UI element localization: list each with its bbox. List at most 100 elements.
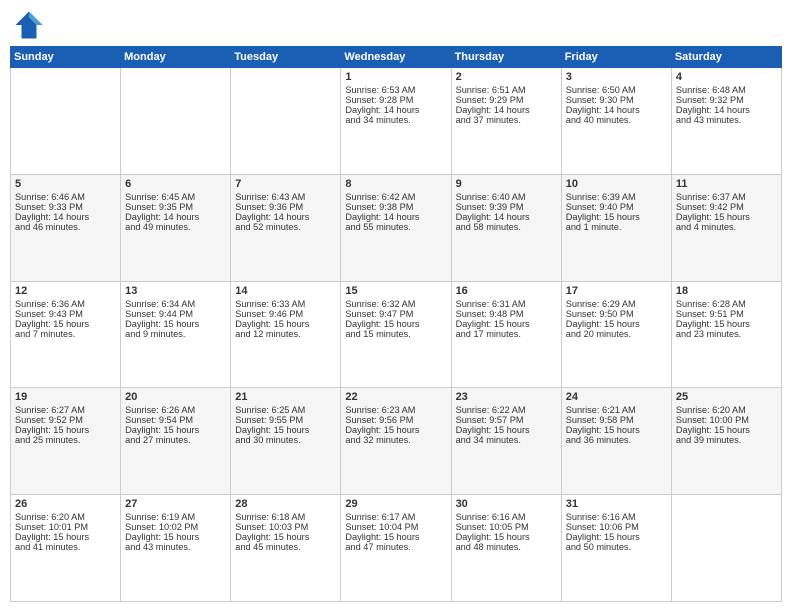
day-info: and 58 minutes. — [456, 222, 557, 232]
day-number: 30 — [456, 498, 557, 510]
day-info: Sunrise: 6:32 AM — [345, 299, 446, 309]
day-number: 16 — [456, 285, 557, 297]
day-info: Sunset: 9:29 PM — [456, 95, 557, 105]
day-info: Daylight: 14 hours — [456, 105, 557, 115]
day-cell: 1Sunrise: 6:53 AMSunset: 9:28 PMDaylight… — [341, 68, 451, 175]
day-info: Sunset: 9:39 PM — [456, 202, 557, 212]
day-info: and 41 minutes. — [15, 542, 116, 552]
day-info: Daylight: 15 hours — [125, 532, 226, 542]
day-number: 3 — [566, 71, 667, 83]
day-info: Daylight: 14 hours — [566, 105, 667, 115]
day-info: Sunset: 9:43 PM — [15, 309, 116, 319]
day-info: and 34 minutes. — [345, 115, 446, 125]
day-cell — [121, 68, 231, 175]
day-info: Sunrise: 6:27 AM — [15, 405, 116, 415]
day-info: Sunset: 9:47 PM — [345, 309, 446, 319]
day-cell: 22Sunrise: 6:23 AMSunset: 9:56 PMDayligh… — [341, 388, 451, 495]
day-info: Daylight: 14 hours — [345, 212, 446, 222]
day-cell — [671, 495, 781, 602]
day-info: Sunrise: 6:19 AM — [125, 512, 226, 522]
day-info: and 15 minutes. — [345, 329, 446, 339]
day-number: 28 — [235, 498, 336, 510]
day-info: and 30 minutes. — [235, 435, 336, 445]
day-info: Sunrise: 6:36 AM — [15, 299, 116, 309]
day-cell: 15Sunrise: 6:32 AMSunset: 9:47 PMDayligh… — [341, 281, 451, 388]
day-info: Daylight: 15 hours — [235, 425, 336, 435]
day-info: Sunset: 9:44 PM — [125, 309, 226, 319]
day-number: 5 — [15, 178, 116, 190]
day-cell: 30Sunrise: 6:16 AMSunset: 10:05 PMDaylig… — [451, 495, 561, 602]
day-info: Sunrise: 6:33 AM — [235, 299, 336, 309]
day-info: Sunset: 9:58 PM — [566, 415, 667, 425]
day-info: Sunset: 9:48 PM — [456, 309, 557, 319]
day-info: and 39 minutes. — [676, 435, 777, 445]
day-number: 4 — [676, 71, 777, 83]
day-info: and 40 minutes. — [566, 115, 667, 125]
day-info: and 48 minutes. — [456, 542, 557, 552]
day-info: Daylight: 15 hours — [456, 532, 557, 542]
day-cell: 29Sunrise: 6:17 AMSunset: 10:04 PMDaylig… — [341, 495, 451, 602]
day-info: Sunrise: 6:22 AM — [456, 405, 557, 415]
day-info: Daylight: 15 hours — [125, 319, 226, 329]
weekday-header-row: SundayMondayTuesdayWednesdayThursdayFrid… — [11, 47, 782, 68]
day-cell: 25Sunrise: 6:20 AMSunset: 10:00 PMDaylig… — [671, 388, 781, 495]
day-info: Daylight: 15 hours — [566, 212, 667, 222]
day-info: Sunset: 9:42 PM — [676, 202, 777, 212]
day-info: Daylight: 15 hours — [566, 532, 667, 542]
day-number: 9 — [456, 178, 557, 190]
weekday-header-wednesday: Wednesday — [341, 47, 451, 68]
day-cell: 12 Sunrise: 6:36 AMSunset: 9:43 PMDayligh… — [11, 281, 121, 388]
day-info: Sunrise: 6:51 AM — [456, 85, 557, 95]
day-info: Sunrise: 6:40 AM — [456, 192, 557, 202]
day-info: Sunrise: 6:23 AM — [345, 405, 446, 415]
day-info: Sunrise: 6:39 AM — [566, 192, 667, 202]
day-cell: 13Sunrise: 6:34 AMSunset: 9:44 PMDayligh… — [121, 281, 231, 388]
day-info: Daylight: 15 hours — [676, 212, 777, 222]
day-info: Sunrise: 6:31 AM — [456, 299, 557, 309]
day-info: and 45 minutes. — [235, 542, 336, 552]
day-number: 26 — [15, 498, 116, 510]
day-info: Daylight: 14 hours — [125, 212, 226, 222]
day-info: Sunrise: 6:20 AM — [676, 405, 777, 415]
day-number: 22 — [345, 391, 446, 403]
day-info: Sunset: 9:50 PM — [566, 309, 667, 319]
logo-icon — [14, 10, 44, 40]
day-cell: 27Sunrise: 6:19 AMSunset: 10:02 PMDaylig… — [121, 495, 231, 602]
day-info: Sunrise: 6:45 AM — [125, 192, 226, 202]
day-number: 17 — [566, 285, 667, 297]
header — [10, 10, 782, 40]
day-info: and 4 minutes. — [676, 222, 777, 232]
day-info: and 20 minutes. — [566, 329, 667, 339]
day-info: Sunrise: 6:28 AM — [676, 299, 777, 309]
day-cell: 11Sunrise: 6:37 AMSunset: 9:42 PMDayligh… — [671, 174, 781, 281]
day-number: 29 — [345, 498, 446, 510]
day-info: Daylight: 15 hours — [125, 425, 226, 435]
day-info: Daylight: 15 hours — [15, 319, 116, 329]
day-info: Daylight: 15 hours — [345, 319, 446, 329]
day-info: Sunset: 9:36 PM — [235, 202, 336, 212]
week-row-1: 5 Sunrise: 6:46 AMSunset: 9:33 PM Daylight… — [11, 174, 782, 281]
day-info: Sunrise: 6:46 AM — [15, 192, 116, 202]
day-number: 1 — [345, 71, 446, 83]
day-number: 13 — [125, 285, 226, 297]
day-cell: 31Sunrise: 6:16 AMSunset: 10:06 PMDaylig… — [561, 495, 671, 602]
day-info: Daylight: 15 hours — [15, 532, 116, 542]
day-info: and 1 minute. — [566, 222, 667, 232]
day-cell: 4Sunrise: 6:48 AMSunset: 9:32 PMDaylight… — [671, 68, 781, 175]
day-info: Sunrise: 6:53 AM — [345, 85, 446, 95]
day-number: 12 — [15, 285, 116, 297]
day-info: Sunrise: 6:25 AM — [235, 405, 336, 415]
day-info: and 25 minutes. — [15, 435, 116, 445]
weekday-header-tuesday: Tuesday — [231, 47, 341, 68]
day-cell: 7Sunrise: 6:43 AMSunset: 9:36 PMDaylight… — [231, 174, 341, 281]
day-info: Sunset: 9:46 PM — [235, 309, 336, 319]
day-info: and 52 minutes. — [235, 222, 336, 232]
day-info: Sunset: 9:33 PM — [15, 202, 116, 212]
day-info: and 12 minutes. — [235, 329, 336, 339]
day-info: Daylight: 15 hours — [676, 319, 777, 329]
day-number: 2 — [456, 71, 557, 83]
day-cell: 16Sunrise: 6:31 AMSunset: 9:48 PMDayligh… — [451, 281, 561, 388]
day-cell: 28Sunrise: 6:18 AMSunset: 10:03 PMDaylig… — [231, 495, 341, 602]
day-cell: 10Sunrise: 6:39 AMSunset: 9:40 PMDayligh… — [561, 174, 671, 281]
day-info: Sunset: 9:30 PM — [566, 95, 667, 105]
